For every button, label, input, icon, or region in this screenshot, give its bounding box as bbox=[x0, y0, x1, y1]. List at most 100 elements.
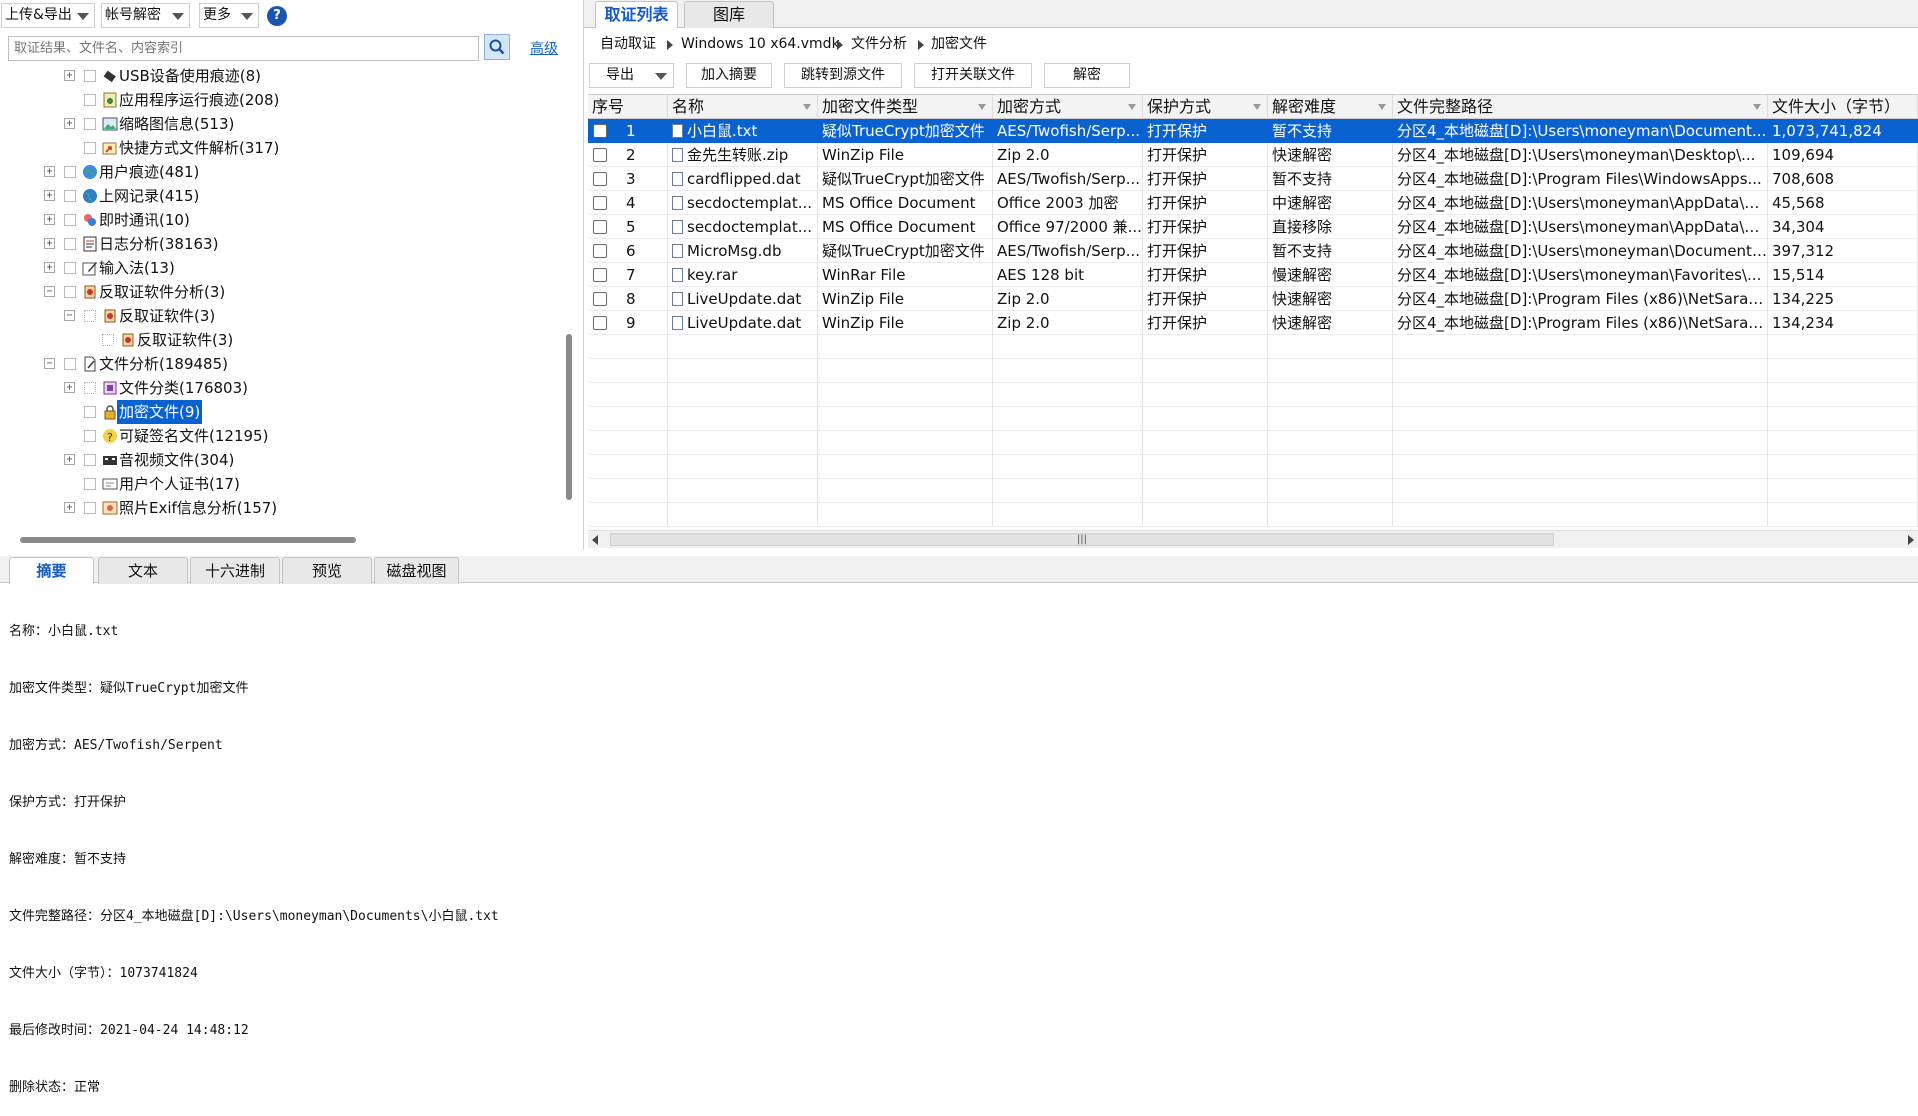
table-horizontal-scrollbar[interactable]: ||| bbox=[588, 530, 1918, 548]
collapse-icon[interactable]: − bbox=[64, 310, 75, 321]
cell-index bbox=[588, 455, 668, 479]
tree-checkbox[interactable] bbox=[64, 286, 76, 298]
tree-checkbox[interactable] bbox=[84, 382, 96, 394]
expand-icon[interactable]: + bbox=[44, 238, 55, 249]
search-input[interactable] bbox=[8, 36, 479, 61]
scroll-left-icon[interactable] bbox=[592, 535, 598, 545]
tree-checkbox[interactable] bbox=[102, 334, 114, 346]
tree-checkbox[interactable] bbox=[64, 190, 76, 202]
tab-disk-view[interactable]: 磁盘视图 bbox=[374, 557, 459, 584]
expand-icon[interactable]: + bbox=[64, 454, 75, 465]
filter-icon[interactable] bbox=[978, 104, 986, 110]
column-header-name[interactable]: 名称 bbox=[668, 95, 818, 119]
expand-icon[interactable]: + bbox=[44, 166, 55, 177]
tree-checkbox[interactable] bbox=[84, 454, 96, 466]
column-header-protection[interactable]: 保护方式 bbox=[1143, 95, 1268, 119]
tab-evidence-list[interactable]: 取证列表 bbox=[595, 1, 678, 28]
row-checkbox[interactable] bbox=[593, 124, 607, 138]
tree-checkbox[interactable] bbox=[84, 430, 96, 442]
tree-checkbox[interactable] bbox=[84, 502, 96, 514]
tree-checkbox[interactable] bbox=[84, 142, 96, 154]
column-header-index[interactable]: 序号 bbox=[588, 95, 668, 119]
cell-index bbox=[588, 383, 668, 407]
column-header-path[interactable]: 文件完整路径 bbox=[1393, 95, 1768, 119]
add-summary-button[interactable]: 加入摘要 bbox=[686, 63, 772, 88]
tree-checkbox[interactable] bbox=[84, 94, 96, 106]
tree-vertical-scrollbar[interactable] bbox=[566, 334, 572, 500]
tree-checkbox[interactable] bbox=[84, 406, 96, 418]
expand-icon[interactable]: + bbox=[64, 118, 75, 129]
expand-icon[interactable]: + bbox=[44, 262, 55, 273]
help-icon[interactable]: ? bbox=[267, 6, 287, 26]
export-dropdown[interactable]: 导出 bbox=[589, 63, 674, 88]
expand-icon[interactable]: + bbox=[64, 502, 75, 513]
cell-text: 34,304 bbox=[1772, 218, 1825, 236]
expand-icon[interactable]: + bbox=[64, 382, 75, 393]
collapse-icon[interactable]: − bbox=[44, 358, 55, 369]
row-checkbox[interactable] bbox=[593, 292, 607, 306]
breadcrumb-item[interactable]: 自动取证 bbox=[600, 33, 656, 55]
account-decrypt-dropdown[interactable]: 帐号解密 bbox=[101, 3, 190, 28]
tree-checkbox[interactable] bbox=[84, 70, 96, 82]
tree-checkbox[interactable] bbox=[84, 118, 96, 130]
column-header-size[interactable]: 文件大小（字节） bbox=[1768, 95, 1918, 119]
tab-text[interactable]: 文本 bbox=[98, 557, 188, 584]
tab-hex[interactable]: 十六进制 bbox=[190, 557, 280, 584]
cell-size bbox=[1768, 431, 1918, 455]
upload-export-dropdown[interactable]: 上传&导出 bbox=[1, 3, 95, 28]
breadcrumb-item[interactable]: 文件分析 bbox=[851, 33, 907, 55]
column-header-enc-type[interactable]: 加密文件类型 bbox=[818, 95, 993, 119]
tree-checkbox[interactable] bbox=[84, 310, 96, 322]
tree-checkbox[interactable] bbox=[64, 238, 76, 250]
row-checkbox[interactable] bbox=[593, 220, 607, 234]
cell-text: 慢速解密 bbox=[1272, 266, 1333, 284]
search-button[interactable] bbox=[484, 34, 510, 60]
filter-icon[interactable] bbox=[1378, 104, 1386, 110]
tree-checkbox[interactable] bbox=[64, 262, 76, 274]
open-related-button[interactable]: 打开关联文件 bbox=[914, 63, 1032, 88]
tab-summary[interactable]: 摘要 bbox=[9, 557, 94, 584]
more-dropdown[interactable]: 更多 bbox=[199, 3, 259, 28]
row-checkbox[interactable] bbox=[593, 196, 607, 210]
cell-index bbox=[588, 359, 668, 383]
expand-icon[interactable]: + bbox=[44, 214, 55, 225]
breadcrumb-item[interactable]: Windows 10 x64.vmdk bbox=[681, 33, 840, 55]
filter-icon[interactable] bbox=[803, 104, 811, 110]
tree-checkbox[interactable] bbox=[84, 478, 96, 490]
scroll-right-icon[interactable] bbox=[1908, 535, 1914, 545]
tab-gallery[interactable]: 图库 bbox=[684, 1, 774, 28]
cell-protection bbox=[1143, 479, 1268, 503]
tree-horizontal-scrollbar[interactable] bbox=[20, 537, 356, 543]
panel-divider[interactable] bbox=[583, 0, 584, 550]
detail-line: 最后修改时间：2021-04-24 14:48:12 bbox=[9, 1023, 249, 1038]
tree-item-label: 用户痕迹(481) bbox=[99, 163, 200, 181]
tree-checkbox[interactable] bbox=[64, 166, 76, 178]
collapse-icon[interactable]: − bbox=[44, 286, 55, 297]
cell-path: 分区4_本地磁盘[D]:\Users\moneyman\Favorites\..… bbox=[1393, 263, 1768, 287]
row-checkbox[interactable] bbox=[593, 172, 607, 186]
cell-protection: 打开保护 bbox=[1143, 239, 1268, 263]
column-header-difficulty[interactable]: 解密难度 bbox=[1268, 95, 1393, 119]
tree-checkbox[interactable] bbox=[64, 358, 76, 370]
scroll-thumb[interactable]: ||| bbox=[610, 533, 1554, 546]
filter-icon[interactable] bbox=[1753, 104, 1761, 110]
row-checkbox[interactable] bbox=[593, 244, 607, 258]
tab-preview[interactable]: 预览 bbox=[282, 557, 372, 584]
tree-checkbox[interactable] bbox=[64, 214, 76, 226]
expand-icon[interactable]: + bbox=[44, 190, 55, 201]
row-checkbox[interactable] bbox=[593, 148, 607, 162]
cell-text: 金先生转账.zip bbox=[687, 146, 789, 164]
filter-icon[interactable] bbox=[1128, 104, 1136, 110]
row-checkbox[interactable] bbox=[593, 268, 607, 282]
row-checkbox[interactable] bbox=[593, 316, 607, 330]
decrypt-button[interactable]: 解密 bbox=[1044, 63, 1130, 88]
filter-icon[interactable] bbox=[1253, 104, 1261, 110]
breadcrumb-item[interactable]: 加密文件 bbox=[931, 33, 987, 55]
cell-text: MS Office Document bbox=[822, 194, 976, 212]
cell-enc-type: WinZip File bbox=[818, 287, 993, 311]
column-header-enc-method[interactable]: 加密方式 bbox=[993, 95, 1143, 119]
advanced-search-link[interactable]: 高级 bbox=[530, 38, 558, 58]
jump-to-source-button[interactable]: 跳转到源文件 bbox=[784, 63, 902, 88]
cell-text: 5 bbox=[626, 218, 636, 236]
expand-icon[interactable]: + bbox=[64, 70, 75, 81]
